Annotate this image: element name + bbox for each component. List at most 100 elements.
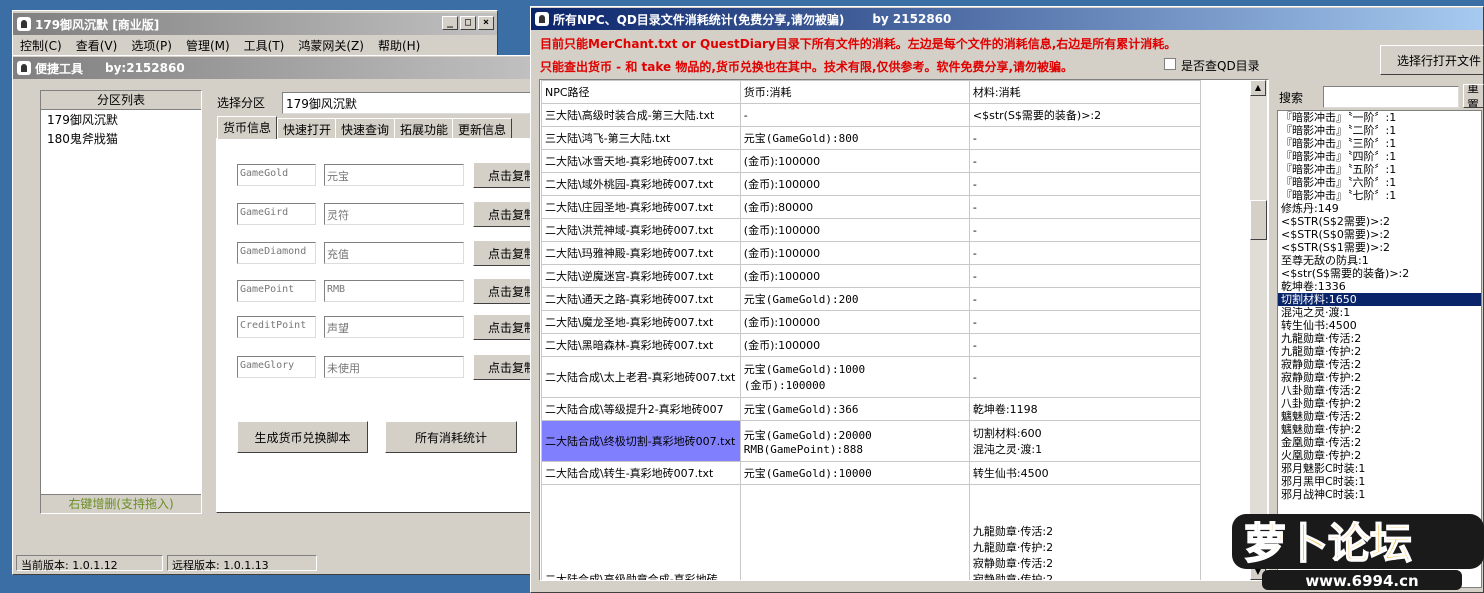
total-item[interactable]: 乾坤卷:1336	[1278, 280, 1481, 293]
menu-gateway[interactable]: 鸿蒙网关(Z)	[291, 37, 371, 54]
table-row[interactable]: 二大陆\域外桃园-真彩地砖007.txt (金币):100000-	[541, 172, 1202, 196]
total-item[interactable]: 『暗影冲击』〝三阶〞:1	[1278, 137, 1481, 150]
minimize-button[interactable]: _	[442, 16, 458, 30]
column-header[interactable]: 货币:消耗	[739, 80, 970, 104]
total-item[interactable]: 『暗影冲击』〝四阶〞:1	[1278, 150, 1481, 163]
table-row[interactable]: 二大陆\洪荒神域-真彩地砖007.txt (金币):100000-	[541, 218, 1202, 242]
currency-code-field[interactable]: CreditPoint	[237, 316, 316, 338]
reset-button[interactable]: 重置	[1463, 84, 1484, 108]
menu-help[interactable]: 帮助(H)	[371, 37, 427, 54]
column-header[interactable]: 材料:消耗	[968, 80, 1202, 104]
maximize-button[interactable]: □	[460, 16, 476, 30]
table-row[interactable]: 二大陆\魔龙圣地-真彩地砖007.txt (金币):100000-	[541, 310, 1202, 334]
total-item[interactable]: <$STR(S$0需要)>:2	[1278, 228, 1481, 241]
menu-view[interactable]: 查看(V)	[69, 37, 125, 54]
currency-name-field[interactable]: 声望	[324, 316, 464, 338]
partition-item[interactable]: 180鬼斧戕猫	[41, 129, 201, 148]
total-item[interactable]: 『暗影冲击』〝二阶〞:1	[1278, 124, 1481, 137]
currency-name-field[interactable]: 未使用	[324, 356, 464, 378]
search-input[interactable]	[1323, 86, 1459, 108]
table-row[interactable]: 二大陆合成\终极切割-真彩地砖007.txt 元宝(GameGold):20000…	[541, 420, 1202, 462]
tab-quick-open[interactable]: 快速打开	[277, 118, 338, 138]
menu-manage[interactable]: 管理(M)	[179, 37, 237, 54]
total-item[interactable]: 转生仙书:4500	[1278, 319, 1481, 332]
total-item[interactable]: <$STR(S$2需要)>:2	[1278, 215, 1481, 228]
tab-updates[interactable]: 更新信息	[452, 118, 513, 138]
table-row[interactable]: 三大陆\鸿飞-第三大陆.txt 元宝(GameGold):800-	[541, 126, 1202, 150]
npc-path-cell: 二大陆合成\高级勋章合成-真彩地砖	[541, 484, 741, 580]
currency-code-field[interactable]: GameGlory	[237, 356, 316, 378]
currency-name-field[interactable]: 充值	[324, 242, 464, 264]
total-item[interactable]: 『暗影冲击』〝六阶〞:1	[1278, 176, 1481, 189]
total-item[interactable]: 邪月魅影C时装:1	[1278, 462, 1481, 475]
main-window-titlebar[interactable]: 179御风沉默 [商业版] _ □ ×	[13, 13, 497, 35]
total-item[interactable]: 寂静勋章·传护:2	[1278, 371, 1481, 384]
scroll-up-arrow[interactable]: ▲	[1250, 80, 1266, 96]
currency-code-field[interactable]: GamePoint	[237, 280, 316, 302]
table-row[interactable]: 二大陆\黑暗森林-真彩地砖007.txt (金币):100000-	[541, 333, 1202, 357]
scroll-thumb[interactable]	[1250, 200, 1267, 240]
total-item[interactable]: 至尊无敌の防具:1	[1278, 254, 1481, 267]
table-row[interactable]: 二大陆\冰雪天地-真彩地砖007.txt (金币):100000-	[541, 149, 1202, 173]
open-selected-file-button[interactable]: 选择行打开文件	[1380, 45, 1484, 75]
table-row[interactable]: 二大陆\庄园圣地-真彩地砖007.txt (金币):80000-	[541, 195, 1202, 219]
partition-list-header: 分区列表	[41, 91, 201, 110]
table-row[interactable]: 二大陆合成\太上老君-真彩地砖007.txt 元宝(GameGold):1000 …	[541, 356, 1202, 398]
currency-name-field[interactable]: RMB	[324, 280, 464, 302]
material-cost-cell: -	[968, 172, 1202, 196]
table-row[interactable]: 二大陆\逆魔迷宫-真彩地砖007.txt (金币):100000-	[541, 264, 1202, 288]
table-row[interactable]: 三大陆\高级时装合成-第三大陆.txt - <$str(S$需要的装备)>:2	[541, 103, 1202, 127]
partition-select[interactable]: 179御风沉默	[282, 92, 532, 114]
currency-cost-cell: 元宝(GameGold):10000	[739, 461, 970, 485]
total-item[interactable]: 混沌之灵·渡:1	[1278, 306, 1481, 319]
total-item[interactable]: 九龍勋章·传护:2	[1278, 345, 1481, 358]
all-stats-button[interactable]: 所有消耗统计	[385, 421, 517, 453]
total-item[interactable]: 金凰勋章·传活:2	[1278, 436, 1481, 449]
total-item[interactable]: 八卦勋章·传活:2	[1278, 384, 1481, 397]
npc-path-cell: 三大陆\高级时装合成-第三大陆.txt	[541, 103, 741, 127]
currency-name-field[interactable]: 元宝	[324, 164, 464, 186]
qd-checkbox[interactable]	[1164, 58, 1176, 70]
menu-options[interactable]: 选项(P)	[124, 37, 179, 54]
close-button[interactable]: ×	[478, 16, 494, 30]
total-item[interactable]: 修炼丹:149	[1278, 202, 1481, 215]
total-item[interactable]: <$str(S$需要的装备)>:2	[1278, 267, 1481, 280]
generate-script-button[interactable]: 生成货币兑换脚本	[237, 421, 368, 453]
stats-window-author: by 2152860	[872, 12, 952, 26]
total-item[interactable]: 『暗影冲击』〝五阶〞:1	[1278, 163, 1481, 176]
partition-list[interactable]: 分区列表 179御风沉默 180鬼斧戕猫 右键增删(支持拖入)	[40, 90, 202, 514]
currency-code-field[interactable]: GameGold	[237, 164, 316, 186]
total-item[interactable]: 寂静勋章·传活:2	[1278, 358, 1481, 371]
material-cost-cell: 切割材料:600 混沌之灵·渡:1	[968, 420, 1202, 462]
currency-code-field[interactable]: GameDiamond	[237, 242, 316, 264]
material-cost-cell: 转生仙书:4500	[968, 461, 1202, 485]
total-item[interactable]: 魑魅勋章·传活:2	[1278, 410, 1481, 423]
tool-window-title: 便捷工具	[35, 61, 84, 76]
tab-quick-query[interactable]: 快速查询	[335, 118, 396, 138]
tab-currency[interactable]: 货币信息	[217, 116, 278, 139]
total-item[interactable]: 邪月黑甲C时装:1	[1278, 475, 1481, 488]
menu-tools[interactable]: 工具(T)	[237, 37, 292, 54]
table-row[interactable]: 二大陆\通天之路-真彩地砖007.txt 元宝(GameGold):200-	[541, 287, 1202, 311]
total-item[interactable]: <$STR(S$1需要)>:2	[1278, 241, 1481, 254]
menu-control[interactable]: 控制(C)	[13, 37, 69, 54]
total-item[interactable]: 『暗影冲击』〝一阶〞:1	[1278, 111, 1481, 124]
total-item[interactable]: 切割材料:1650	[1278, 293, 1481, 306]
total-item[interactable]: 九龍勋章·传活:2	[1278, 332, 1481, 345]
tool-window-titlebar[interactable]: 便捷工具 by:2152860	[13, 57, 531, 79]
currency-code-field[interactable]: GameGird	[237, 203, 316, 225]
table-row[interactable]: 二大陆\玛雅神殿-真彩地砖007.txt (金币):100000-	[541, 241, 1202, 265]
partition-item[interactable]: 179御风沉默	[41, 110, 201, 129]
total-item[interactable]: 『暗影冲击』〝七阶〞:1	[1278, 189, 1481, 202]
stats-window-titlebar[interactable]: 所有NPC、QD目录文件消耗统计(免费分享,请勿被骗) by 2152860	[531, 8, 1483, 30]
tab-extensions[interactable]: 拓展功能	[394, 118, 455, 138]
total-item[interactable]: 魑魅勋章·传护:2	[1278, 423, 1481, 436]
material-cost-cell: -	[968, 149, 1202, 173]
column-header[interactable]: NPC路径	[541, 80, 741, 104]
table-row[interactable]: 二大陆合成\高级勋章合成-真彩地砖 九龍勋章·传活:2 九龍勋章·传护:2 寂静勋…	[541, 484, 1202, 580]
table-row[interactable]: 二大陆合成\等级提升2-真彩地砖007 元宝(GameGold):366 乾坤卷:1…	[541, 397, 1202, 421]
total-item[interactable]: 八卦勋章·传护:2	[1278, 397, 1481, 410]
currency-name-field[interactable]: 灵符	[324, 203, 464, 225]
total-item[interactable]: 火凰勋章·传护:2	[1278, 449, 1481, 462]
table-row[interactable]: 二大陆合成\转生-真彩地砖007.txt 元宝(GameGold):10000 转生…	[541, 461, 1202, 485]
